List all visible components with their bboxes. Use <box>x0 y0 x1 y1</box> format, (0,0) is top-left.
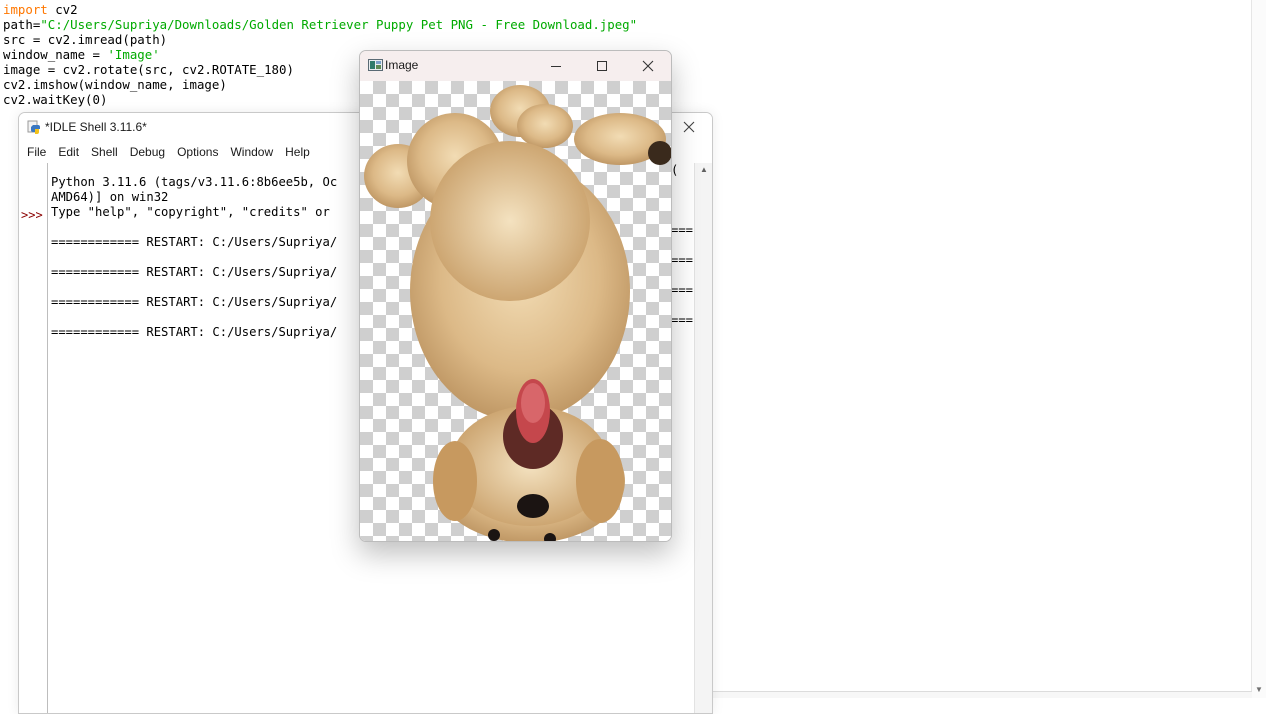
editor-vertical-scrollbar[interactable]: ▼ <box>1251 0 1266 698</box>
opencv-window-icon <box>368 59 383 71</box>
code-token: cv2.imshow(window_name, image) <box>3 77 227 92</box>
code-line: import cv2 <box>3 2 637 17</box>
shell-output-line <box>51 250 337 265</box>
shell-output-line: ============ RESTART: C:/Users/Supriya/ <box>51 325 338 340</box>
code-token: image = cv2.rotate(src, cv2.ROTATE_180) <box>3 62 294 77</box>
shell-output-line <box>51 220 337 235</box>
shell-output-line-tail <box>671 208 693 223</box>
code-token: 'Image' <box>107 47 160 62</box>
puppy-image <box>364 85 671 541</box>
image-window-title: Image <box>385 58 419 72</box>
code-line: path="C:/Users/Supriya/Downloads/Golden … <box>3 17 637 32</box>
minimize-icon <box>551 65 561 67</box>
close-icon <box>683 121 695 133</box>
shell-close-button[interactable] <box>666 113 712 141</box>
shell-prompt: >>> <box>21 208 43 222</box>
close-icon <box>642 60 654 71</box>
menu-window[interactable]: Window <box>224 141 279 163</box>
code-line: src = cv2.imread(path) <box>3 32 637 47</box>
scroll-down-arrow-icon[interactable]: ▼ <box>1255 685 1263 694</box>
menu-debug[interactable]: Debug <box>124 141 171 163</box>
menu-options[interactable]: Options <box>171 141 224 163</box>
code-token: cv2 <box>47 2 78 17</box>
menu-shell[interactable]: Shell <box>85 141 124 163</box>
shell-output-line <box>51 280 337 295</box>
shell-window-title: *IDLE Shell 3.11.6* <box>45 120 147 134</box>
shell-output-line: Python 3.11.6 (tags/v3.11.6:8b6ee5b, Oc <box>51 175 338 190</box>
shell-output-line-tail: === <box>671 283 694 297</box>
menu-help[interactable]: Help <box>279 141 316 163</box>
shell-output-line-tail: === <box>671 313 694 327</box>
shell-output-line-tail <box>671 193 693 208</box>
shell-prompt-gutter: >>> <box>19 163 48 713</box>
shell-output-line-tail <box>671 238 693 253</box>
shell-output-line: AMD64)] on win32 <box>51 190 169 205</box>
image-minimize-button[interactable] <box>533 51 579 80</box>
shell-output-line-tail <box>671 268 693 283</box>
image-window: Image <box>359 50 672 542</box>
editor-horizontal-scrollbar[interactable] <box>710 691 1252 698</box>
image-close-button[interactable] <box>625 51 671 80</box>
shell-output-line: Type "help", "copyright", "credits" or <box>51 205 330 220</box>
image-window-titlebar[interactable]: Image <box>360 51 671 80</box>
shell-output-line-tail: === <box>671 223 694 237</box>
code-token: path= <box>3 17 41 32</box>
image-display-canvas <box>360 81 671 541</box>
shell-output-line-tail: ( <box>671 163 679 177</box>
shell-output-text[interactable]: Python 3.11.6 (tags/v3.11.6:8b6ee5b, Oc A… <box>51 175 337 340</box>
shell-output-line <box>51 310 337 325</box>
shell-output-line: ============ RESTART: C:/Users/Supriya/ <box>51 265 338 280</box>
menu-edit[interactable]: Edit <box>52 141 85 163</box>
menu-file[interactable]: File <box>21 141 52 163</box>
maximize-icon <box>597 60 607 71</box>
code-token: import <box>3 2 48 17</box>
scroll-up-arrow-icon[interactable]: ▲ <box>700 165 708 174</box>
image-maximize-button[interactable] <box>579 51 625 80</box>
code-token: "C:/Users/Supriya/Downloads/Golden Retri… <box>40 17 638 32</box>
shell-output-right-text: ( === === === === <box>671 163 693 328</box>
shell-output-line: ============ RESTART: C:/Users/Supriya/ <box>51 235 338 250</box>
python-idle-icon <box>27 120 40 134</box>
code-token: cv2.waitKey(0) <box>3 92 108 107</box>
shell-output-line: ============ RESTART: C:/Users/Supriya/ <box>51 295 338 310</box>
shell-vertical-scrollbar[interactable]: ▲ <box>694 163 712 713</box>
shell-output-line-tail: === <box>671 253 694 267</box>
code-token: window_name = <box>3 47 108 62</box>
shell-output-line-tail <box>671 298 693 313</box>
code-token: src = cv2.imread(path) <box>3 32 168 47</box>
shell-output-line-tail <box>671 178 693 193</box>
